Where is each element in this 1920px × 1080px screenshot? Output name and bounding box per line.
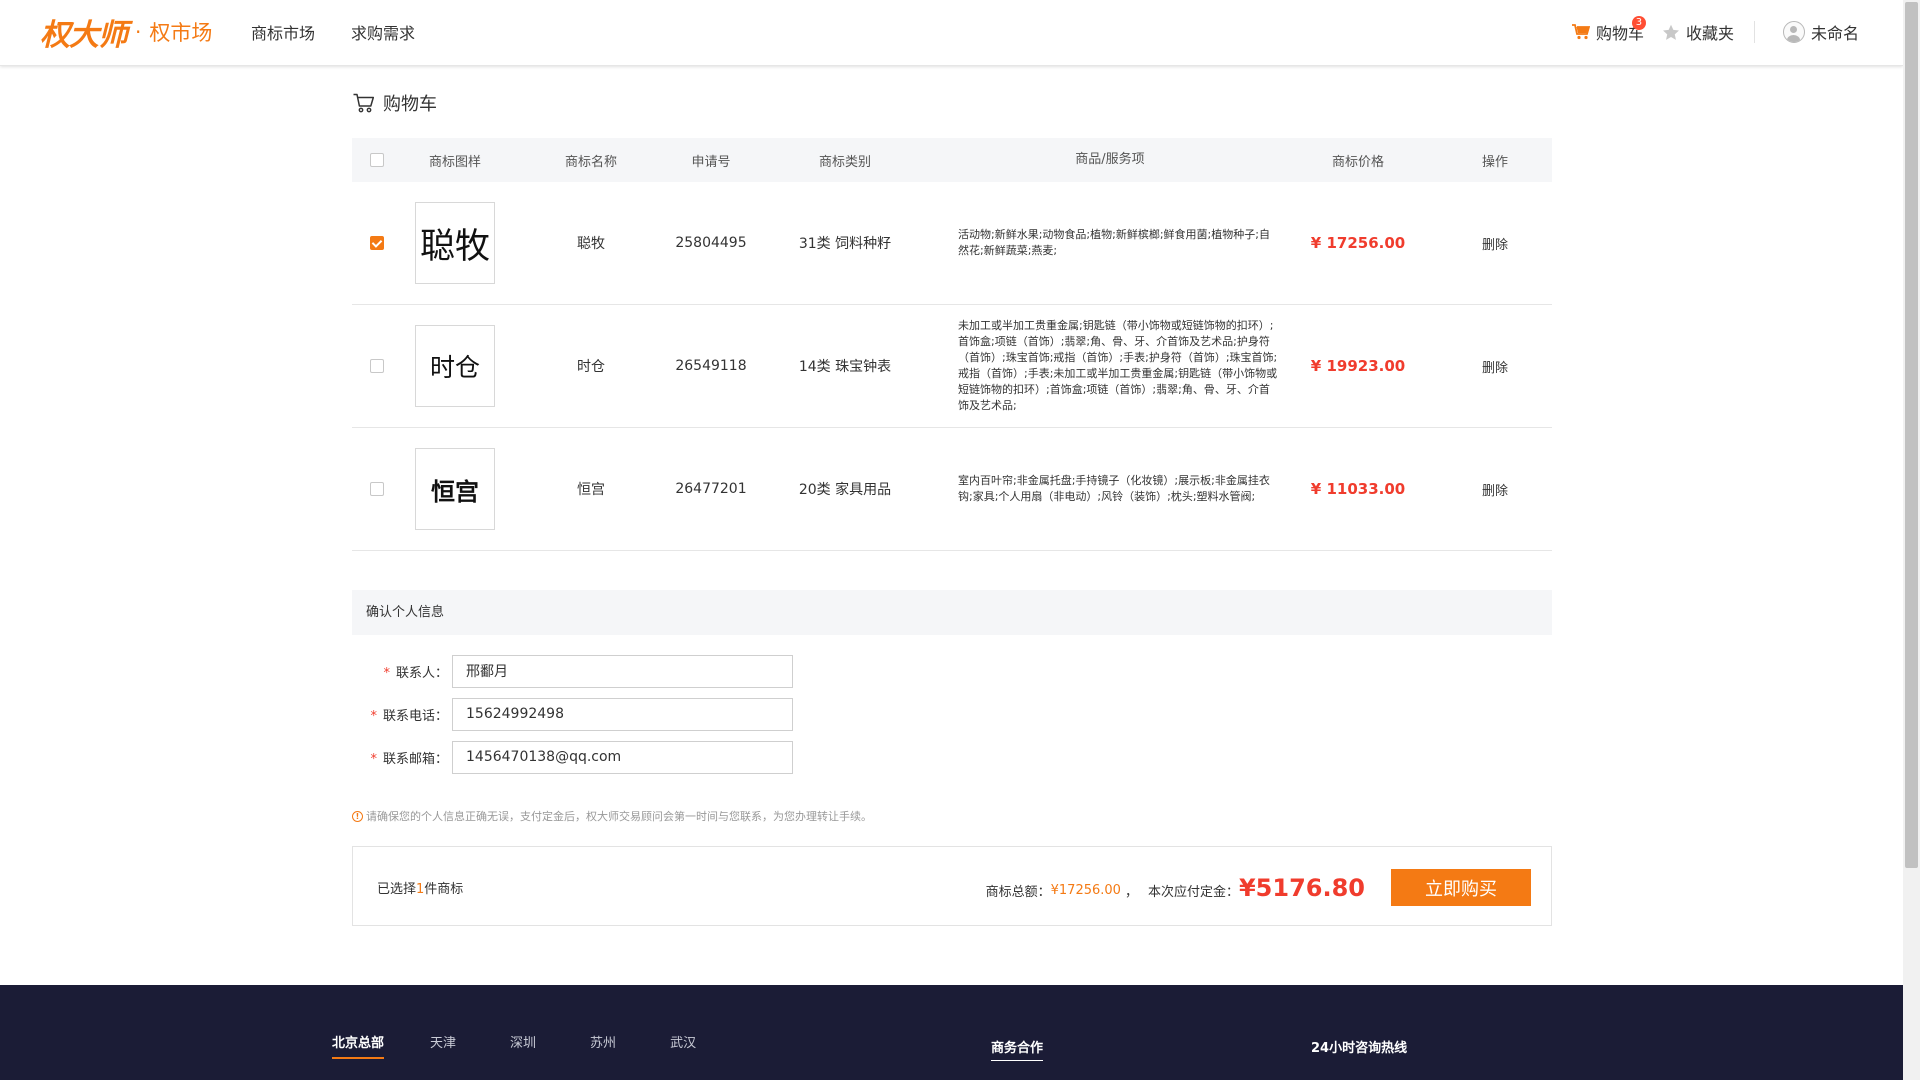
row-checkbox[interactable]: [370, 359, 384, 373]
site-logo[interactable]: 权大师 · 权市场: [40, 12, 213, 53]
footer-tab-beijing[interactable]: 北京总部: [332, 1032, 385, 1059]
contact-row: * 联系人：: [352, 654, 952, 688]
footer: 北京总部 天津 深圳 苏州 武汉 商务合作 24小时咨询热线: [0, 985, 1903, 1080]
header-favorites-label: 收藏夹: [1685, 24, 1734, 43]
trademark-name: 时仓: [577, 359, 605, 375]
order-summary: 已选择1件商标 商标总额： ¥17256.00 ， 本次应付定金： ¥5176.…: [352, 846, 1552, 926]
trademark-price: ¥ 11033.00: [1310, 480, 1406, 498]
goods-services: 活动物;新鲜水果;动物食品;植物;新鲜槟榔;鲜食用菌;植物种子;自然花;新鲜蔬菜…: [958, 228, 1270, 257]
avatar: [1782, 21, 1805, 43]
main-nav: 商标市场 求购需求: [251, 20, 415, 44]
trademark-name: 聪牧: [577, 236, 605, 252]
col-header-name: 商标名称: [564, 154, 617, 170]
logo-sub-text: 权市场: [149, 21, 213, 45]
table-header: 商标图样 商标名称 申请号 商标类别 商品/服务项 商标价格 操作: [352, 138, 1552, 182]
page-title-text: 购物车: [383, 94, 437, 115]
table-row: 聪牧 聪牧 25804495 31类 饲料种籽 活动物;新鲜水果;动物食品;植物…: [352, 182, 1552, 305]
trademark-image: 恒宫: [415, 448, 495, 530]
contact-label: * 联系人：: [383, 665, 448, 681]
trademark-category: 31类 饲料种籽: [798, 236, 892, 252]
trademark-price: ¥ 19923.00: [1310, 357, 1406, 375]
col-header-goods: 商品/服务项: [1075, 152, 1145, 167]
header-divider: [1753, 21, 1755, 43]
col-header-image: 商标图样: [428, 154, 481, 170]
required-mark: *: [370, 708, 377, 724]
header-favorites-link[interactable]: 收藏夹: [1662, 20, 1734, 44]
footer-tab-wuhan[interactable]: 武汉: [670, 1032, 696, 1059]
footer-business-cooperation[interactable]: 商务合作: [991, 1037, 1044, 1061]
col-header-category: 商标类别: [818, 154, 871, 170]
page-title: 购物车: [353, 90, 437, 116]
trademark-category: 14类 珠宝钟表: [798, 359, 892, 375]
logo-dot: ·: [135, 20, 142, 44]
email-label: * 联系邮箱：: [370, 751, 448, 767]
row-checkbox[interactable]: [370, 482, 384, 496]
scrollbar-thumb[interactable]: [1905, 2, 1918, 868]
cart-outline-icon: [353, 93, 375, 113]
row-checkbox[interactable]: [370, 236, 384, 250]
total-label: 商标总额：: [985, 885, 1051, 900]
phone-row: * 联系电话：: [352, 697, 952, 731]
user-name: 未命名: [1810, 24, 1859, 43]
email-input[interactable]: [452, 740, 793, 774]
cart-count-badge: 3: [1631, 16, 1646, 30]
footer-tab-suzhou[interactable]: 苏州: [590, 1032, 616, 1059]
delete-link[interactable]: 删除: [1438, 480, 1552, 499]
warning-icon: !: [352, 810, 363, 822]
header-cart-link[interactable]: 购物车 3: [1571, 16, 1646, 44]
notice-text: 请确保您的个人信息正确无误，支付定金后，权大师交易顾问会第一时间与您联系，为您办…: [366, 810, 872, 823]
col-header-price: 商标价格: [1331, 154, 1384, 170]
col-header-action: 操作: [1481, 154, 1508, 170]
required-mark: *: [370, 751, 377, 767]
user-menu[interactable]: 未命名: [1782, 20, 1859, 44]
summary-right: 商标总额： ¥17256.00 ， 本次应付定金： ¥5176.80 立即购买: [986, 869, 1531, 906]
footer-hotline: 24小时咨询热线: [1311, 1041, 1408, 1056]
cart-table: 商标图样 商标名称 申请号 商标类别 商品/服务项 商标价格 操作 聪牧 聪牧 …: [352, 138, 1552, 551]
trademark-name: 恒宫: [577, 482, 605, 498]
footer-tab-tianjin[interactable]: 天津: [430, 1032, 456, 1059]
goods-services: 室内百叶帘;非金属托盘;手持镜子（化妆镜）;展示板;非金属挂衣钩;家具;个人用扇…: [958, 474, 1270, 503]
application-number: 26477201: [675, 481, 747, 497]
trademark-image: 时仓: [415, 325, 495, 407]
required-mark: *: [383, 665, 390, 681]
phone-input[interactable]: [452, 697, 793, 731]
nav-trademark-market[interactable]: 商标市场: [251, 20, 315, 44]
application-number: 26549118: [675, 358, 747, 374]
phone-label: * 联系电话：: [370, 708, 448, 724]
trademark-category: 20类 家具用品: [798, 482, 892, 498]
application-number: 25804495: [675, 235, 747, 251]
header-right: 购物车 3 收藏夹 未命名: [1571, 16, 1859, 44]
cart-icon: [1571, 24, 1590, 40]
buy-now-button[interactable]: 立即购买: [1391, 869, 1531, 906]
personal-info-header: 确认个人信息: [352, 590, 1552, 635]
footer-tab-shenzhen[interactable]: 深圳: [510, 1032, 536, 1059]
top-header: 权大师 · 权市场 商标市场 求购需求 购物车 3 收藏夹 未命名: [0, 0, 1903, 66]
nav-purchase-demand[interactable]: 求购需求: [351, 20, 415, 44]
total-value: ¥17256.00: [1050, 883, 1121, 898]
trademark-price: ¥ 17256.00: [1310, 234, 1406, 252]
col-header-app-no: 申请号: [691, 154, 731, 170]
footer-city-tabs: 北京总部 天津 深圳 苏州 武汉: [332, 1032, 696, 1059]
delete-link[interactable]: 删除: [1438, 357, 1552, 376]
trademark-image: 聪牧: [415, 202, 495, 284]
table-row: 时仓 时仓 26549118 14类 珠宝钟表 未加工或半加工贵重金属;钥匙链（…: [352, 305, 1552, 428]
deposit-label: 本次应付定金：: [1147, 885, 1239, 900]
email-row: * 联系邮箱：: [352, 740, 952, 774]
star-icon: [1662, 24, 1679, 40]
contact-name-input[interactable]: [452, 654, 793, 688]
select-all-checkbox[interactable]: [370, 153, 384, 167]
selected-count-text: 已选择1件商标: [377, 882, 464, 897]
logo-main-text: 权大师: [40, 18, 128, 53]
goods-services: 未加工或半加工贵重金属;钥匙链（带小饰物或短链饰物的扣环）;首饰盒;项链（首饰）…: [958, 319, 1278, 412]
delete-link[interactable]: 删除: [1438, 234, 1552, 253]
info-notice: ! 请确保您的个人信息正确无误，支付定金后，权大师交易顾问会第一时间与您联系，为…: [352, 808, 872, 824]
deposit-value: ¥5176.80: [1238, 873, 1365, 902]
summary-separator: ，: [1124, 885, 1138, 900]
table-row: 恒宫 恒宫 26477201 20类 家具用品 室内百叶帘;非金属托盘;手持镜子…: [352, 428, 1552, 551]
